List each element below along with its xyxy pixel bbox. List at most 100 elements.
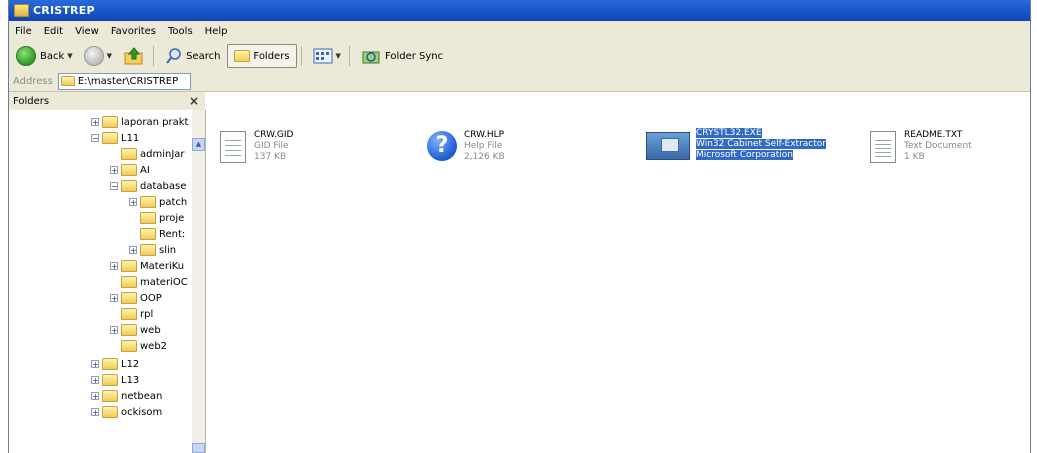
tree-node-label: L12 <box>121 358 140 370</box>
tree-node[interactable]: + web <box>110 322 161 338</box>
collapse-icon[interactable]: − <box>110 182 118 191</box>
folder-icon <box>102 390 118 402</box>
menu-help[interactable]: Help <box>199 26 234 37</box>
folder-sync-label: Folder Sync <box>384 50 444 62</box>
folder-icon <box>102 358 118 370</box>
address-field[interactable]: E:\master\CRISTREP <box>57 72 192 90</box>
tree-node[interactable]: − L11 <box>91 130 139 146</box>
file-info: CRW.HLP Help File 2,126 KB <box>464 130 505 163</box>
tree-node[interactable]: proje <box>140 210 184 226</box>
views-button[interactable]: ▼ <box>309 44 345 68</box>
file-type: GID File <box>254 141 289 151</box>
scroll-thumb[interactable] <box>192 443 205 453</box>
tree-node[interactable]: + L13 <box>91 372 139 388</box>
file-info: CRW.GID GID File 137 KB <box>254 130 293 163</box>
toolbar-separator <box>153 46 155 66</box>
folder-icon <box>121 324 137 336</box>
chevron-down-icon[interactable]: ▼ <box>107 52 112 60</box>
tree-node[interactable]: + netbean <box>91 388 162 404</box>
file-item-readme-txt[interactable]: README.TXT Text Document 1 KB <box>866 130 972 163</box>
tree-node-label: L11 <box>121 132 140 144</box>
back-button[interactable]: Back ▼ <box>12 44 77 68</box>
folder-icon <box>60 76 75 86</box>
expand-icon[interactable]: + <box>110 262 118 271</box>
folders-label: Folders <box>253 50 290 62</box>
chevron-down-icon[interactable]: ▼ <box>336 52 341 60</box>
folder-icon <box>121 308 137 320</box>
tree-node-label: laporan prakt <box>121 116 189 128</box>
title-bar[interactable]: CRISTREP <box>9 0 1030 21</box>
tree-node[interactable]: + MateriKu <box>110 258 184 274</box>
menu-view[interactable]: View <box>69 26 105 37</box>
expand-icon[interactable]: + <box>110 294 118 303</box>
file-item-crw-gid[interactable]: CRW.GID GID File 137 KB <box>216 130 293 163</box>
folder-icon <box>14 4 29 17</box>
file-item-crystl32-exe[interactable]: CRYSTL32.EXE Win32 Cabinet Self-Extracto… <box>646 128 826 161</box>
explorer-window: CRISTREP File Edit View Favorites Tools … <box>8 0 1031 453</box>
folder-icon <box>102 406 118 418</box>
tree-node-label: AI <box>140 164 150 176</box>
folder-icon <box>140 196 156 208</box>
folder-icon <box>102 116 118 128</box>
folder-icon <box>102 374 118 386</box>
folder-icon <box>121 340 137 352</box>
tree-node[interactable]: + slin <box>129 242 176 258</box>
expand-icon[interactable]: + <box>110 166 118 175</box>
menu-favorites[interactable]: Favorites <box>105 26 162 37</box>
text-document-icon <box>866 130 898 163</box>
expand-icon[interactable]: + <box>129 246 137 255</box>
tree-node[interactable]: materiOC <box>121 274 188 290</box>
expand-icon[interactable]: + <box>91 376 99 385</box>
tree-node[interactable]: + ockisom <box>91 404 162 420</box>
folders-pane-header: Folders × <box>9 92 205 111</box>
file-name: CRW.GID <box>254 130 294 140</box>
tree-node[interactable]: − database <box>110 178 186 194</box>
tree-node[interactable]: + L12 <box>91 356 139 372</box>
tree-node[interactable]: web2 <box>121 338 167 354</box>
close-icon[interactable]: × <box>189 94 199 108</box>
expand-icon[interactable]: + <box>110 326 118 335</box>
folder-icon <box>140 228 156 240</box>
collapse-icon[interactable]: − <box>91 134 99 143</box>
toolbar-separator <box>348 46 350 66</box>
tree-node-label: slin <box>159 244 177 256</box>
tree-node[interactable]: + patch <box>129 194 187 210</box>
tree-node[interactable]: adminJar <box>121 146 185 162</box>
expand-icon[interactable]: + <box>91 118 99 127</box>
back-arrow-icon <box>16 46 36 66</box>
folder-tree-scrollbar[interactable]: ▲ <box>192 110 206 453</box>
back-label: Back <box>40 50 65 62</box>
tree-node[interactable]: + AI <box>110 162 150 178</box>
search-button[interactable]: Search <box>161 44 224 68</box>
tree-node-label: adminJar <box>140 148 185 160</box>
expand-icon[interactable]: + <box>91 392 99 401</box>
forward-button[interactable]: ▼ <box>80 44 116 68</box>
folder-icon <box>121 292 137 304</box>
menu-tools[interactable]: Tools <box>162 26 199 37</box>
file-type: Text Document <box>904 141 972 151</box>
menu-file[interactable]: File <box>9 26 38 37</box>
tree-node-label: web2 <box>140 340 168 352</box>
tree-node[interactable]: + OOP <box>110 290 162 306</box>
folder-icon <box>140 212 156 224</box>
up-folder-icon <box>124 47 143 65</box>
expand-icon[interactable]: + <box>91 360 99 369</box>
up-folder-button[interactable] <box>119 44 149 68</box>
scroll-up-icon[interactable]: ▲ <box>192 138 205 151</box>
expand-icon[interactable]: + <box>129 198 137 207</box>
tree-node[interactable]: Rent: <box>140 226 185 242</box>
menu-edit[interactable]: Edit <box>38 26 69 37</box>
file-info: CRYSTL32.EXE Win32 Cabinet Self-Extracto… <box>696 128 826 161</box>
expand-icon[interactable]: + <box>91 408 99 417</box>
file-item-crw-hlp[interactable]: ? CRW.HLP Help File 2,126 KB <box>426 130 505 163</box>
tree-node-label: web <box>140 324 161 336</box>
tree-node[interactable]: rpl <box>121 306 153 322</box>
address-label: Address <box>13 75 53 87</box>
chevron-down-icon[interactable]: ▼ <box>67 52 72 60</box>
cabinet-exe-icon <box>646 128 690 160</box>
folders-button[interactable]: Folders <box>227 44 297 68</box>
folder-sync-button[interactable]: Folder Sync <box>357 44 447 68</box>
folder-icon <box>121 148 137 160</box>
file-list: CRW.GID GID File 137 KB ? CRW.HLP Help F… <box>206 92 1030 453</box>
tree-node[interactable]: + laporan prakt <box>91 114 188 130</box>
